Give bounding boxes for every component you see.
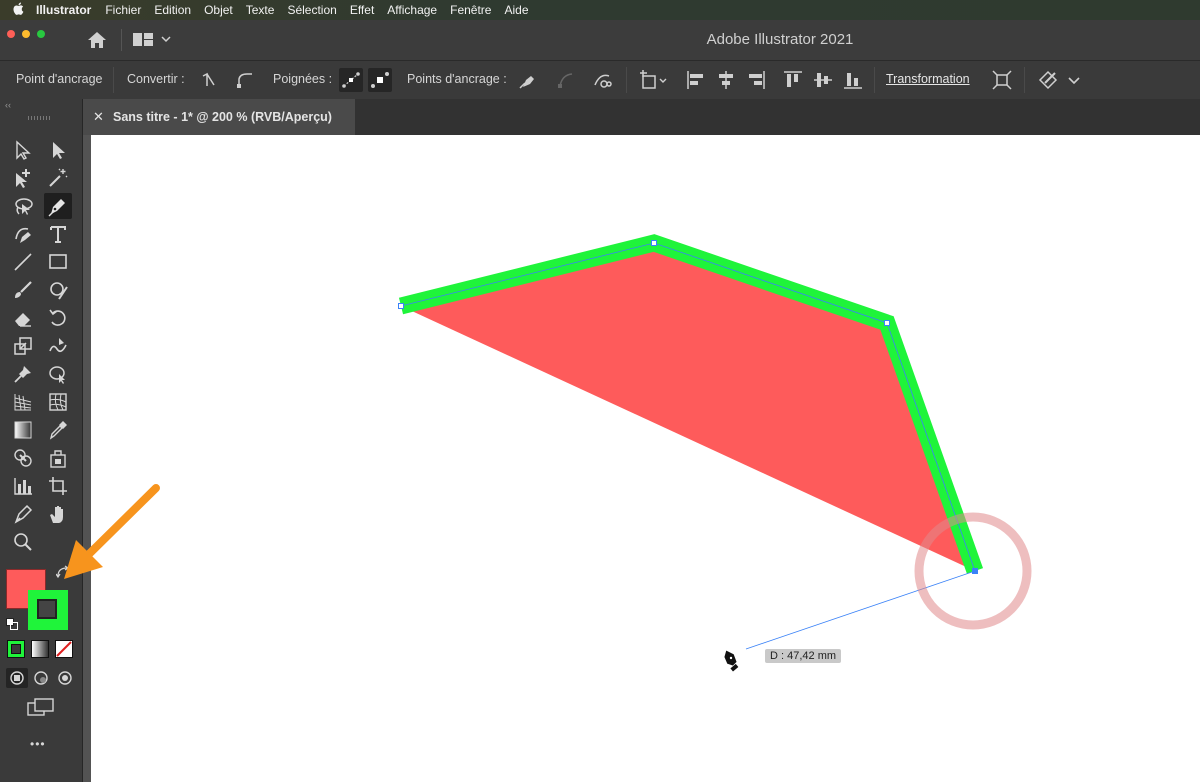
warp-tool-icon[interactable] [44,333,72,359]
swap-fill-stroke-icon[interactable] [55,565,70,584]
menu-fichier[interactable]: Fichier [105,3,141,17]
stroke-swatch[interactable] [28,590,68,630]
rectangle-tool-icon[interactable] [44,249,72,275]
isolate-object-icon[interactable] [990,68,1014,92]
anchor-point[interactable] [884,320,890,326]
menu-texte[interactable]: Texte [246,3,275,17]
scale-tool-icon[interactable] [9,333,37,359]
apple-menu-icon[interactable] [0,2,36,18]
artboard[interactable] [91,135,1200,782]
default-fill-stroke-icon[interactable] [6,617,18,635]
menu-fenetre[interactable]: Fenêtre [450,3,491,17]
live-paint-bucket-tool-icon[interactable] [44,445,72,471]
menu-aide[interactable]: Aide [504,3,528,17]
brush-options-icon[interactable] [1036,68,1060,92]
column-graph-tool-icon[interactable] [9,473,37,499]
draw-normal-icon[interactable] [6,668,28,688]
draw-behind-icon[interactable] [30,668,52,693]
shaper-tool-icon[interactable] [44,277,72,303]
magic-wand-tool-icon[interactable] [44,165,72,191]
selection-tool-icon[interactable] [9,137,37,163]
document-tab-title: Sans titre - 1* @ 200 % (RVB/Aperçu) [113,110,332,124]
align-top-icon[interactable] [781,68,805,92]
convert-to-smooth-icon[interactable] [233,68,257,92]
anchor-point[interactable] [398,303,404,309]
panel-menu-chevron-icon[interactable] [1064,68,1084,92]
separator [874,67,875,93]
hide-handles-icon[interactable] [368,68,392,92]
edit-toolbar-button[interactable]: ••• [30,737,46,751]
zoom-tool-icon[interactable] [9,529,37,555]
color-mode-icon[interactable] [7,640,25,658]
document-tab[interactable]: ✕ Sans titre - 1* @ 200 % (RVB/Aperçu) [83,99,355,135]
perspective-grid-tool-icon[interactable] [9,389,37,415]
anchors-label: Points d'ancrage : [407,72,507,86]
draw-inside-icon[interactable] [54,668,76,693]
gradient-mode-icon[interactable] [31,640,49,658]
menu-edition[interactable]: Edition [154,3,191,17]
hand-tool-icon[interactable] [44,501,72,527]
transform-link[interactable]: Transformation [886,72,970,86]
menu-objet[interactable]: Objet [204,3,233,17]
window-title: Adobe Illustrator 2021 [706,31,854,48]
align-to-dropdown-icon[interactable] [638,68,672,92]
pen-tool-icon[interactable] [44,193,72,219]
separator [1024,67,1025,93]
artboard-tool-icon[interactable] [44,473,72,499]
direct-selection-tool-icon[interactable] [44,137,72,163]
close-tab-icon[interactable]: ✕ [93,109,104,125]
menu-bar: Illustrator Fichier Edition Objet Texte … [0,0,1200,20]
artwork [398,234,1032,672]
control-bar: Point d'ancrage Convertir : Poignées : P… [0,60,1200,100]
align-right-icon[interactable] [744,68,768,92]
menu-effet[interactable]: Effet [350,3,374,17]
menu-affichage[interactable]: Affichage [387,3,437,17]
puppet-warp-tool-icon[interactable] [9,361,37,387]
screen-mode-icon[interactable] [27,697,55,724]
align-horizontal-center-icon[interactable] [714,68,738,92]
lasso-tool-icon[interactable] [9,193,37,219]
panel-grip[interactable] [28,116,52,120]
context-label: Point d'ancrage [16,72,103,86]
handles-label: Poignées : [273,72,333,86]
remove-anchor-icon[interactable] [516,68,540,92]
rotate-tool-icon[interactable] [44,305,72,331]
align-left-icon[interactable] [684,68,708,92]
menu-app-name[interactable]: Illustrator [36,3,91,17]
shape-builder-tool-icon[interactable] [9,445,37,471]
align-bottom-icon[interactable] [841,68,865,92]
convert-label: Convertir : [127,72,185,86]
document-tab-bar: ✕ Sans titre - 1* @ 200 % (RVB/Aperçu) [83,99,1200,135]
align-vertical-center-icon[interactable] [811,68,835,92]
anchor-point[interactable] [651,240,657,246]
separator [113,67,114,93]
connect-anchors-icon[interactable] [554,68,578,92]
title-bar: Adobe Illustrator 2021 [0,20,1200,60]
pen-cursor-icon [723,649,739,672]
slice-tool-icon[interactable] [9,501,37,527]
group-selection-tool-icon[interactable] [9,165,37,191]
tools-panel: ‹‹ ••• [0,99,83,782]
distance-tooltip-label: D : 47,42 mm [765,649,842,663]
eraser-tool-icon[interactable] [9,305,37,331]
mesh-tool-icon[interactable] [44,389,72,415]
type-tool-icon[interactable] [44,221,72,247]
line-segment-tool-icon[interactable] [9,249,37,275]
eyedropper-tool-icon[interactable] [44,417,72,443]
curvature-tool-icon[interactable] [9,221,37,247]
cut-path-icon[interactable] [590,68,614,92]
menu-selection[interactable]: Sélection [287,3,336,17]
free-transform-tool-icon[interactable] [44,361,72,387]
paintbrush-tool-icon[interactable] [9,277,37,303]
convert-to-corner-icon[interactable] [197,68,221,92]
collapse-panel-icon[interactable]: ‹‹ [5,100,11,110]
show-handles-icon[interactable] [339,68,363,92]
gradient-tool-icon[interactable] [9,417,37,443]
separator [626,67,627,93]
none-mode-icon[interactable] [55,640,73,663]
